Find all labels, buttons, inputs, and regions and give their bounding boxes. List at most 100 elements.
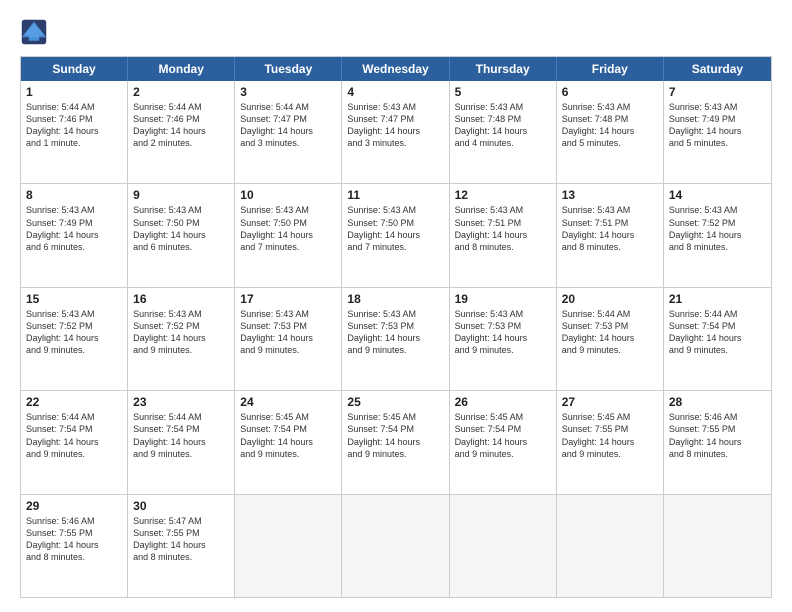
cal-cell: 17 Sunrise: 5:43 AM Sunset: 7:53 PM Dayli… [235, 288, 342, 390]
cal-cell: 16 Sunrise: 5:43 AM Sunset: 7:52 PM Dayli… [128, 288, 235, 390]
cal-cell: 21 Sunrise: 5:44 AM Sunset: 7:54 PM Dayli… [664, 288, 771, 390]
day-number: 6 [562, 85, 658, 99]
cal-cell: 14 Sunrise: 5:43 AM Sunset: 7:52 PM Dayli… [664, 184, 771, 286]
day-number: 12 [455, 188, 551, 202]
day-number: 27 [562, 395, 658, 409]
cal-cell: 27Sunrise: 5:45 AM Sunset: 7:55 PM Dayli… [557, 391, 664, 493]
cell-info: Sunrise: 5:43 AM Sunset: 7:51 PM Dayligh… [455, 204, 551, 253]
day-number: 14 [669, 188, 766, 202]
cell-info: Sunrise: 5:43 AM Sunset: 7:52 PM Dayligh… [133, 308, 229, 357]
cell-info: Sunrise: 5:43 AM Sunset: 7:47 PM Dayligh… [347, 101, 443, 150]
cell-info: Sunrise: 5:43 AM Sunset: 7:53 PM Dayligh… [347, 308, 443, 357]
day-number: 1 [26, 85, 122, 99]
cell-info: Sunrise: 5:43 AM Sunset: 7:48 PM Dayligh… [562, 101, 658, 150]
cal-cell: 5 Sunrise: 5:43 AM Sunset: 7:48 PM Daylig… [450, 81, 557, 183]
cal-header-sunday: Sunday [21, 57, 128, 81]
cal-cell: 8 Sunrise: 5:43 AM Sunset: 7:49 PM Daylig… [21, 184, 128, 286]
cell-info: Sunrise: 5:43 AM Sunset: 7:53 PM Dayligh… [240, 308, 336, 357]
cal-cell [235, 495, 342, 597]
calendar-body: 1 Sunrise: 5:44 AM Sunset: 7:46 PM Daylig… [21, 81, 771, 597]
cal-header-wednesday: Wednesday [342, 57, 449, 81]
cal-cell: 15Sunrise: 5:43 AM Sunset: 7:52 PM Dayli… [21, 288, 128, 390]
cal-cell: 24 Sunrise: 5:45 AM Sunset: 7:54 PM Dayli… [235, 391, 342, 493]
cal-cell: 7 Sunrise: 5:43 AM Sunset: 7:49 PM Daylig… [664, 81, 771, 183]
cell-info: Sunrise: 5:44 AM Sunset: 7:46 PM Dayligh… [26, 101, 122, 150]
day-number: 16 [133, 292, 229, 306]
cal-cell: 23 Sunrise: 5:44 AM Sunset: 7:54 PM Dayli… [128, 391, 235, 493]
cal-cell: 20 Sunrise: 5:44 AM Sunset: 7:53 PM Dayli… [557, 288, 664, 390]
cell-info: Sunrise: 5:43 AM Sunset: 7:50 PM Dayligh… [347, 204, 443, 253]
day-number: 10 [240, 188, 336, 202]
cal-cell: 29Sunrise: 5:46 AM Sunset: 7:55 PM Dayli… [21, 495, 128, 597]
calendar: SundayMondayTuesdayWednesdayThursdayFrid… [20, 56, 772, 598]
cal-cell: 26 Sunrise: 5:45 AM Sunset: 7:54 PM Dayli… [450, 391, 557, 493]
cal-header-friday: Friday [557, 57, 664, 81]
cell-info: Sunrise: 5:43 AM Sunset: 7:48 PM Dayligh… [455, 101, 551, 150]
cal-cell: 1 Sunrise: 5:44 AM Sunset: 7:46 PM Daylig… [21, 81, 128, 183]
page: SundayMondayTuesdayWednesdayThursdayFrid… [0, 0, 792, 612]
cal-cell: 12 Sunrise: 5:43 AM Sunset: 7:51 PM Dayli… [450, 184, 557, 286]
day-number: 11 [347, 188, 443, 202]
cell-info: Sunrise: 5:43 AM Sunset: 7:52 PM Dayligh… [669, 204, 766, 253]
cal-cell: 10 Sunrise: 5:43 AM Sunset: 7:50 PM Dayli… [235, 184, 342, 286]
cell-info: Sunrise: 5:45 AM Sunset: 7:54 PM Dayligh… [455, 411, 551, 460]
day-number: 26 [455, 395, 551, 409]
header [20, 18, 772, 46]
cal-cell: 18 Sunrise: 5:43 AM Sunset: 7:53 PM Dayli… [342, 288, 449, 390]
cal-cell: 3 Sunrise: 5:44 AM Sunset: 7:47 PM Daylig… [235, 81, 342, 183]
cal-header-tuesday: Tuesday [235, 57, 342, 81]
day-number: 28 [669, 395, 766, 409]
cal-cell: 6 Sunrise: 5:43 AM Sunset: 7:48 PM Daylig… [557, 81, 664, 183]
cell-info: Sunrise: 5:44 AM Sunset: 7:54 PM Dayligh… [133, 411, 229, 460]
cal-week-3: 15 Sunrise: 5:43 AM Sunset: 7:52 PM Dayli… [21, 288, 771, 391]
cell-info: Sunrise: 5:43 AM Sunset: 7:50 PM Dayligh… [240, 204, 336, 253]
cal-cell: 30Sunrise: 5:47 AM Sunset: 7:55 PM Dayli… [128, 495, 235, 597]
cal-header-monday: Monday [128, 57, 235, 81]
day-number: 3 [240, 85, 336, 99]
day-number: 22 [26, 395, 122, 409]
cal-cell: 13 Sunrise: 5:43 AM Sunset: 7:51 PM Dayli… [557, 184, 664, 286]
cell-info: Sunrise: 5:43 AM Sunset: 7:49 PM Dayligh… [669, 101, 766, 150]
day-number: 9 [133, 188, 229, 202]
day-number: 4 [347, 85, 443, 99]
day-number: 7 [669, 85, 766, 99]
day-number: 8 [26, 188, 122, 202]
cal-week-1: 1 Sunrise: 5:44 AM Sunset: 7:46 PM Daylig… [21, 81, 771, 184]
cell-info: Sunrise: 5:44 AM Sunset: 7:47 PM Dayligh… [240, 101, 336, 150]
day-number: 29 [26, 499, 122, 513]
cell-info: Sunrise: 5:44 AM Sunset: 7:53 PM Dayligh… [562, 308, 658, 357]
calendar-header-row: SundayMondayTuesdayWednesdayThursdayFrid… [21, 57, 771, 81]
day-number: 20 [562, 292, 658, 306]
day-number: 24 [240, 395, 336, 409]
cal-cell: 22 Sunrise: 5:44 AM Sunset: 7:54 PM Dayli… [21, 391, 128, 493]
cal-week-5: 29Sunrise: 5:46 AM Sunset: 7:55 PM Dayli… [21, 495, 771, 597]
cal-header-thursday: Thursday [450, 57, 557, 81]
cell-info: Sunrise: 5:43 AM Sunset: 7:50 PM Dayligh… [133, 204, 229, 253]
cal-cell [450, 495, 557, 597]
day-number: 19 [455, 292, 551, 306]
cell-info: Sunrise: 5:43 AM Sunset: 7:49 PM Dayligh… [26, 204, 122, 253]
cell-info: Sunrise: 5:44 AM Sunset: 7:54 PM Dayligh… [669, 308, 766, 357]
cell-info: Sunrise: 5:43 AM Sunset: 7:51 PM Dayligh… [562, 204, 658, 253]
cal-cell: 4 Sunrise: 5:43 AM Sunset: 7:47 PM Daylig… [342, 81, 449, 183]
cell-info: Sunrise: 5:46 AM Sunset: 7:55 PM Dayligh… [669, 411, 766, 460]
cal-cell [557, 495, 664, 597]
cal-header-saturday: Saturday [664, 57, 771, 81]
cell-info: Sunrise: 5:44 AM Sunset: 7:46 PM Dayligh… [133, 101, 229, 150]
cal-cell: 2Sunrise: 5:44 AM Sunset: 7:46 PM Daylig… [128, 81, 235, 183]
cal-cell: 11 Sunrise: 5:43 AM Sunset: 7:50 PM Dayli… [342, 184, 449, 286]
cell-info: Sunrise: 5:47 AM Sunset: 7:55 PM Dayligh… [133, 515, 229, 564]
day-number: 15 [26, 292, 122, 306]
day-number: 17 [240, 292, 336, 306]
day-number: 13 [562, 188, 658, 202]
day-number: 21 [669, 292, 766, 306]
day-number: 18 [347, 292, 443, 306]
cal-week-2: 8 Sunrise: 5:43 AM Sunset: 7:49 PM Daylig… [21, 184, 771, 287]
day-number: 5 [455, 85, 551, 99]
cell-info: Sunrise: 5:45 AM Sunset: 7:54 PM Dayligh… [347, 411, 443, 460]
cal-cell: 9 Sunrise: 5:43 AM Sunset: 7:50 PM Daylig… [128, 184, 235, 286]
cal-cell [664, 495, 771, 597]
cell-info: Sunrise: 5:45 AM Sunset: 7:54 PM Dayligh… [240, 411, 336, 460]
cell-info: Sunrise: 5:44 AM Sunset: 7:54 PM Dayligh… [26, 411, 122, 460]
day-number: 23 [133, 395, 229, 409]
